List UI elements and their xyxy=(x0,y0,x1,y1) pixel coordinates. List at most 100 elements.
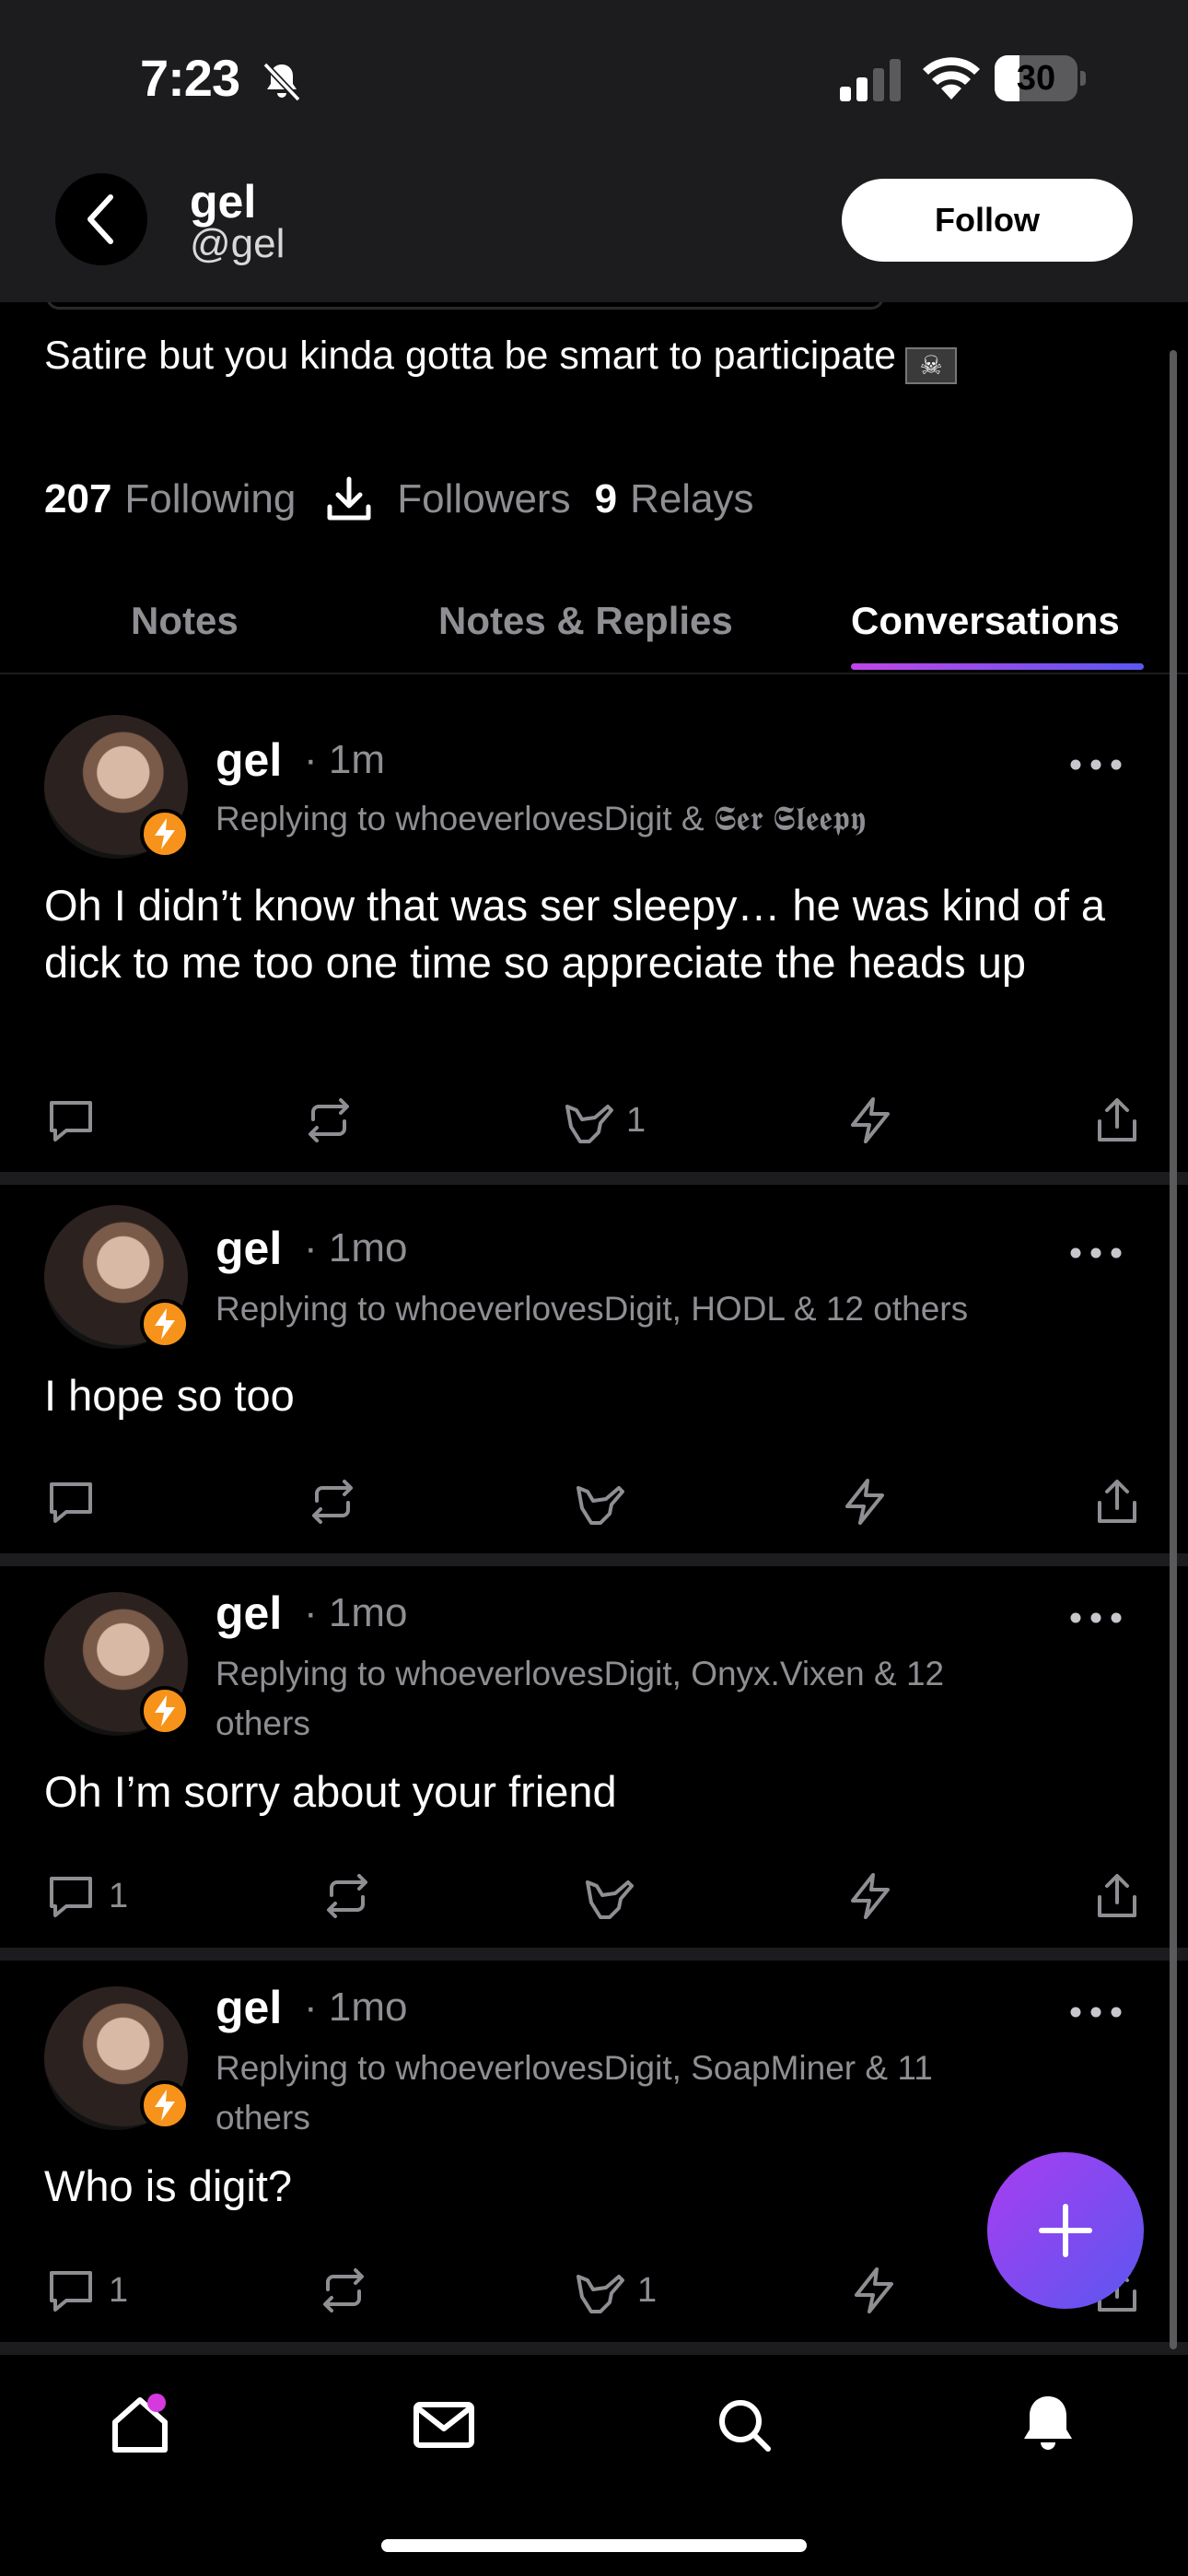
zap-button[interactable] xyxy=(849,2263,899,2318)
repost-button[interactable] xyxy=(304,1093,354,1148)
follow-button[interactable]: Follow xyxy=(842,179,1133,262)
avatar[interactable] xyxy=(44,715,190,859)
repost-icon xyxy=(323,2268,364,2313)
nav-home[interactable] xyxy=(103,2388,177,2462)
top-bar: 7:23 30 gel @gel Follow xyxy=(0,0,1188,302)
zap-badge-icon xyxy=(140,1686,190,1736)
avatar[interactable] xyxy=(44,1205,190,1349)
note-body: Oh I didn’t know that was ser sleepy… he… xyxy=(44,881,1106,987)
chevron-left-icon xyxy=(87,194,113,244)
zap-icon xyxy=(851,1097,890,1143)
share-button[interactable] xyxy=(1092,1093,1142,1148)
note-actions: 1 xyxy=(0,1868,1188,1924)
following-label[interactable]: Following xyxy=(124,476,296,522)
shaka-button[interactable] xyxy=(584,1868,646,1924)
repost-icon xyxy=(309,1098,349,1142)
note-body: Who is digit? xyxy=(44,2161,293,2210)
reply-button[interactable]: 1 xyxy=(46,2263,128,2318)
zap-button[interactable] xyxy=(840,1474,890,1529)
zap-icon xyxy=(851,1873,890,1919)
cellular-signal-icon xyxy=(840,59,901,101)
nav-notifications[interactable] xyxy=(1011,2388,1085,2462)
more-options-icon[interactable] xyxy=(1068,1609,1124,1627)
reply-icon xyxy=(50,1101,92,1142)
tab-notes-replies[interactable]: Notes & Replies xyxy=(438,599,733,643)
download-icon[interactable] xyxy=(325,475,373,523)
zap-button[interactable] xyxy=(845,1093,895,1148)
scrollbar[interactable] xyxy=(1170,350,1177,2349)
active-tab-indicator xyxy=(851,663,1144,670)
wifi-icon xyxy=(923,57,980,100)
more-options-icon[interactable] xyxy=(1068,2003,1124,2021)
zap-badge-icon xyxy=(140,2080,190,2130)
relays-label[interactable]: Relays xyxy=(630,476,754,522)
battery-indicator: 30 xyxy=(995,55,1087,101)
replying-to[interactable]: Replying to whoeverlovesDigit, SoapMiner… xyxy=(215,2043,1026,2143)
reply-icon xyxy=(50,1877,92,1917)
author-name[interactable]: gel xyxy=(215,1981,282,2034)
reply-button[interactable]: 1 xyxy=(46,1868,128,1924)
repost-icon xyxy=(327,1874,367,1918)
back-button[interactable] xyxy=(55,173,147,265)
shaka-count: 1 xyxy=(626,1100,646,1140)
author-name[interactable]: gel xyxy=(215,733,282,787)
note-card[interactable]: gel · 1m Replying to whoeverlovesDigit &… xyxy=(0,676,1188,1185)
nav-search[interactable] xyxy=(707,2388,781,2462)
post-time: · 1mo xyxy=(304,1985,408,2030)
share-button[interactable] xyxy=(1092,1868,1142,1924)
note-body: Oh I’m sorry about your friend xyxy=(44,1767,617,1816)
home-indicator[interactable] xyxy=(381,2539,807,2552)
reply-icon xyxy=(50,2271,92,2312)
reply-icon xyxy=(50,1482,92,1523)
battery-percent: 30 xyxy=(1016,59,1056,98)
repost-button[interactable] xyxy=(308,1474,357,1529)
zap-icon xyxy=(845,1479,884,1525)
status-time: 7:23 xyxy=(140,49,240,107)
relays-count[interactable]: 9 xyxy=(595,476,617,522)
repost-button[interactable] xyxy=(319,2263,368,2318)
note-card[interactable]: gel · 1mo Replying to whoeverlovesDigit,… xyxy=(0,1566,1188,1961)
shaka-button[interactable]: 1 xyxy=(575,2263,657,2318)
note-actions: 1 xyxy=(0,1093,1188,1148)
repost-button[interactable] xyxy=(322,1868,372,1924)
note-card[interactable]: gel · 1mo Replying to whoeverlovesDigit,… xyxy=(0,1185,1188,1566)
shaka-button[interactable]: 1 xyxy=(564,1093,646,1148)
reply-button[interactable] xyxy=(46,1474,96,1529)
reply-button[interactable] xyxy=(46,1093,96,1148)
more-options-icon[interactable] xyxy=(1068,755,1124,774)
more-options-icon[interactable] xyxy=(1068,1244,1124,1262)
post-time: · 1mo xyxy=(304,1590,408,1635)
author-name[interactable]: gel xyxy=(215,1222,282,1275)
profile-stats: 207 Following Followers 9 Relays xyxy=(44,472,754,527)
repost-icon xyxy=(312,1480,353,1524)
reply-count: 1 xyxy=(109,1876,129,1915)
search-icon xyxy=(719,2400,771,2452)
avatar[interactable] xyxy=(44,1592,190,1736)
new-note-button[interactable] xyxy=(987,2152,1144,2309)
share-icon xyxy=(1098,1874,1136,1917)
zap-button[interactable] xyxy=(845,1868,895,1924)
followers-label[interactable]: Followers xyxy=(397,476,570,522)
replying-to[interactable]: Replying to whoeverlovesDigit, Onyx.Vixe… xyxy=(215,1649,1026,1749)
zap-badge-icon xyxy=(140,1299,190,1349)
note-card[interactable]: gel · 1mo Replying to whoeverlovesDigit,… xyxy=(0,1961,1188,2355)
replying-to[interactable]: Replying to whoeverlovesDigit & 𝕾𝖊𝖗 𝕾𝖑𝖊𝖊… xyxy=(215,794,1044,844)
note-actions xyxy=(0,1474,1188,1529)
note-body: I hope so too xyxy=(44,1371,295,1420)
nav-messages[interactable] xyxy=(407,2388,481,2462)
following-count[interactable]: 207 xyxy=(44,476,111,522)
tab-conversations[interactable]: Conversations xyxy=(851,599,1120,643)
shaka-button[interactable] xyxy=(575,1474,637,1529)
mail-icon xyxy=(413,2402,474,2448)
profile-tabs: Notes Notes & Replies Conversations xyxy=(0,590,1188,674)
replying-to[interactable]: Replying to whoeverlovesDigit, HODL & 12… xyxy=(215,1284,1146,1334)
avatar[interactable] xyxy=(44,1986,190,2130)
share-button[interactable] xyxy=(1092,1474,1142,1529)
author-name[interactable]: gel xyxy=(215,1587,282,1640)
share-icon xyxy=(1098,1480,1136,1523)
share-icon xyxy=(1098,1098,1136,1142)
shaka-icon xyxy=(577,1486,624,1525)
tab-notes[interactable]: Notes xyxy=(131,599,239,643)
notification-dot xyxy=(147,2394,166,2412)
shaka-count: 1 xyxy=(637,2270,658,2310)
